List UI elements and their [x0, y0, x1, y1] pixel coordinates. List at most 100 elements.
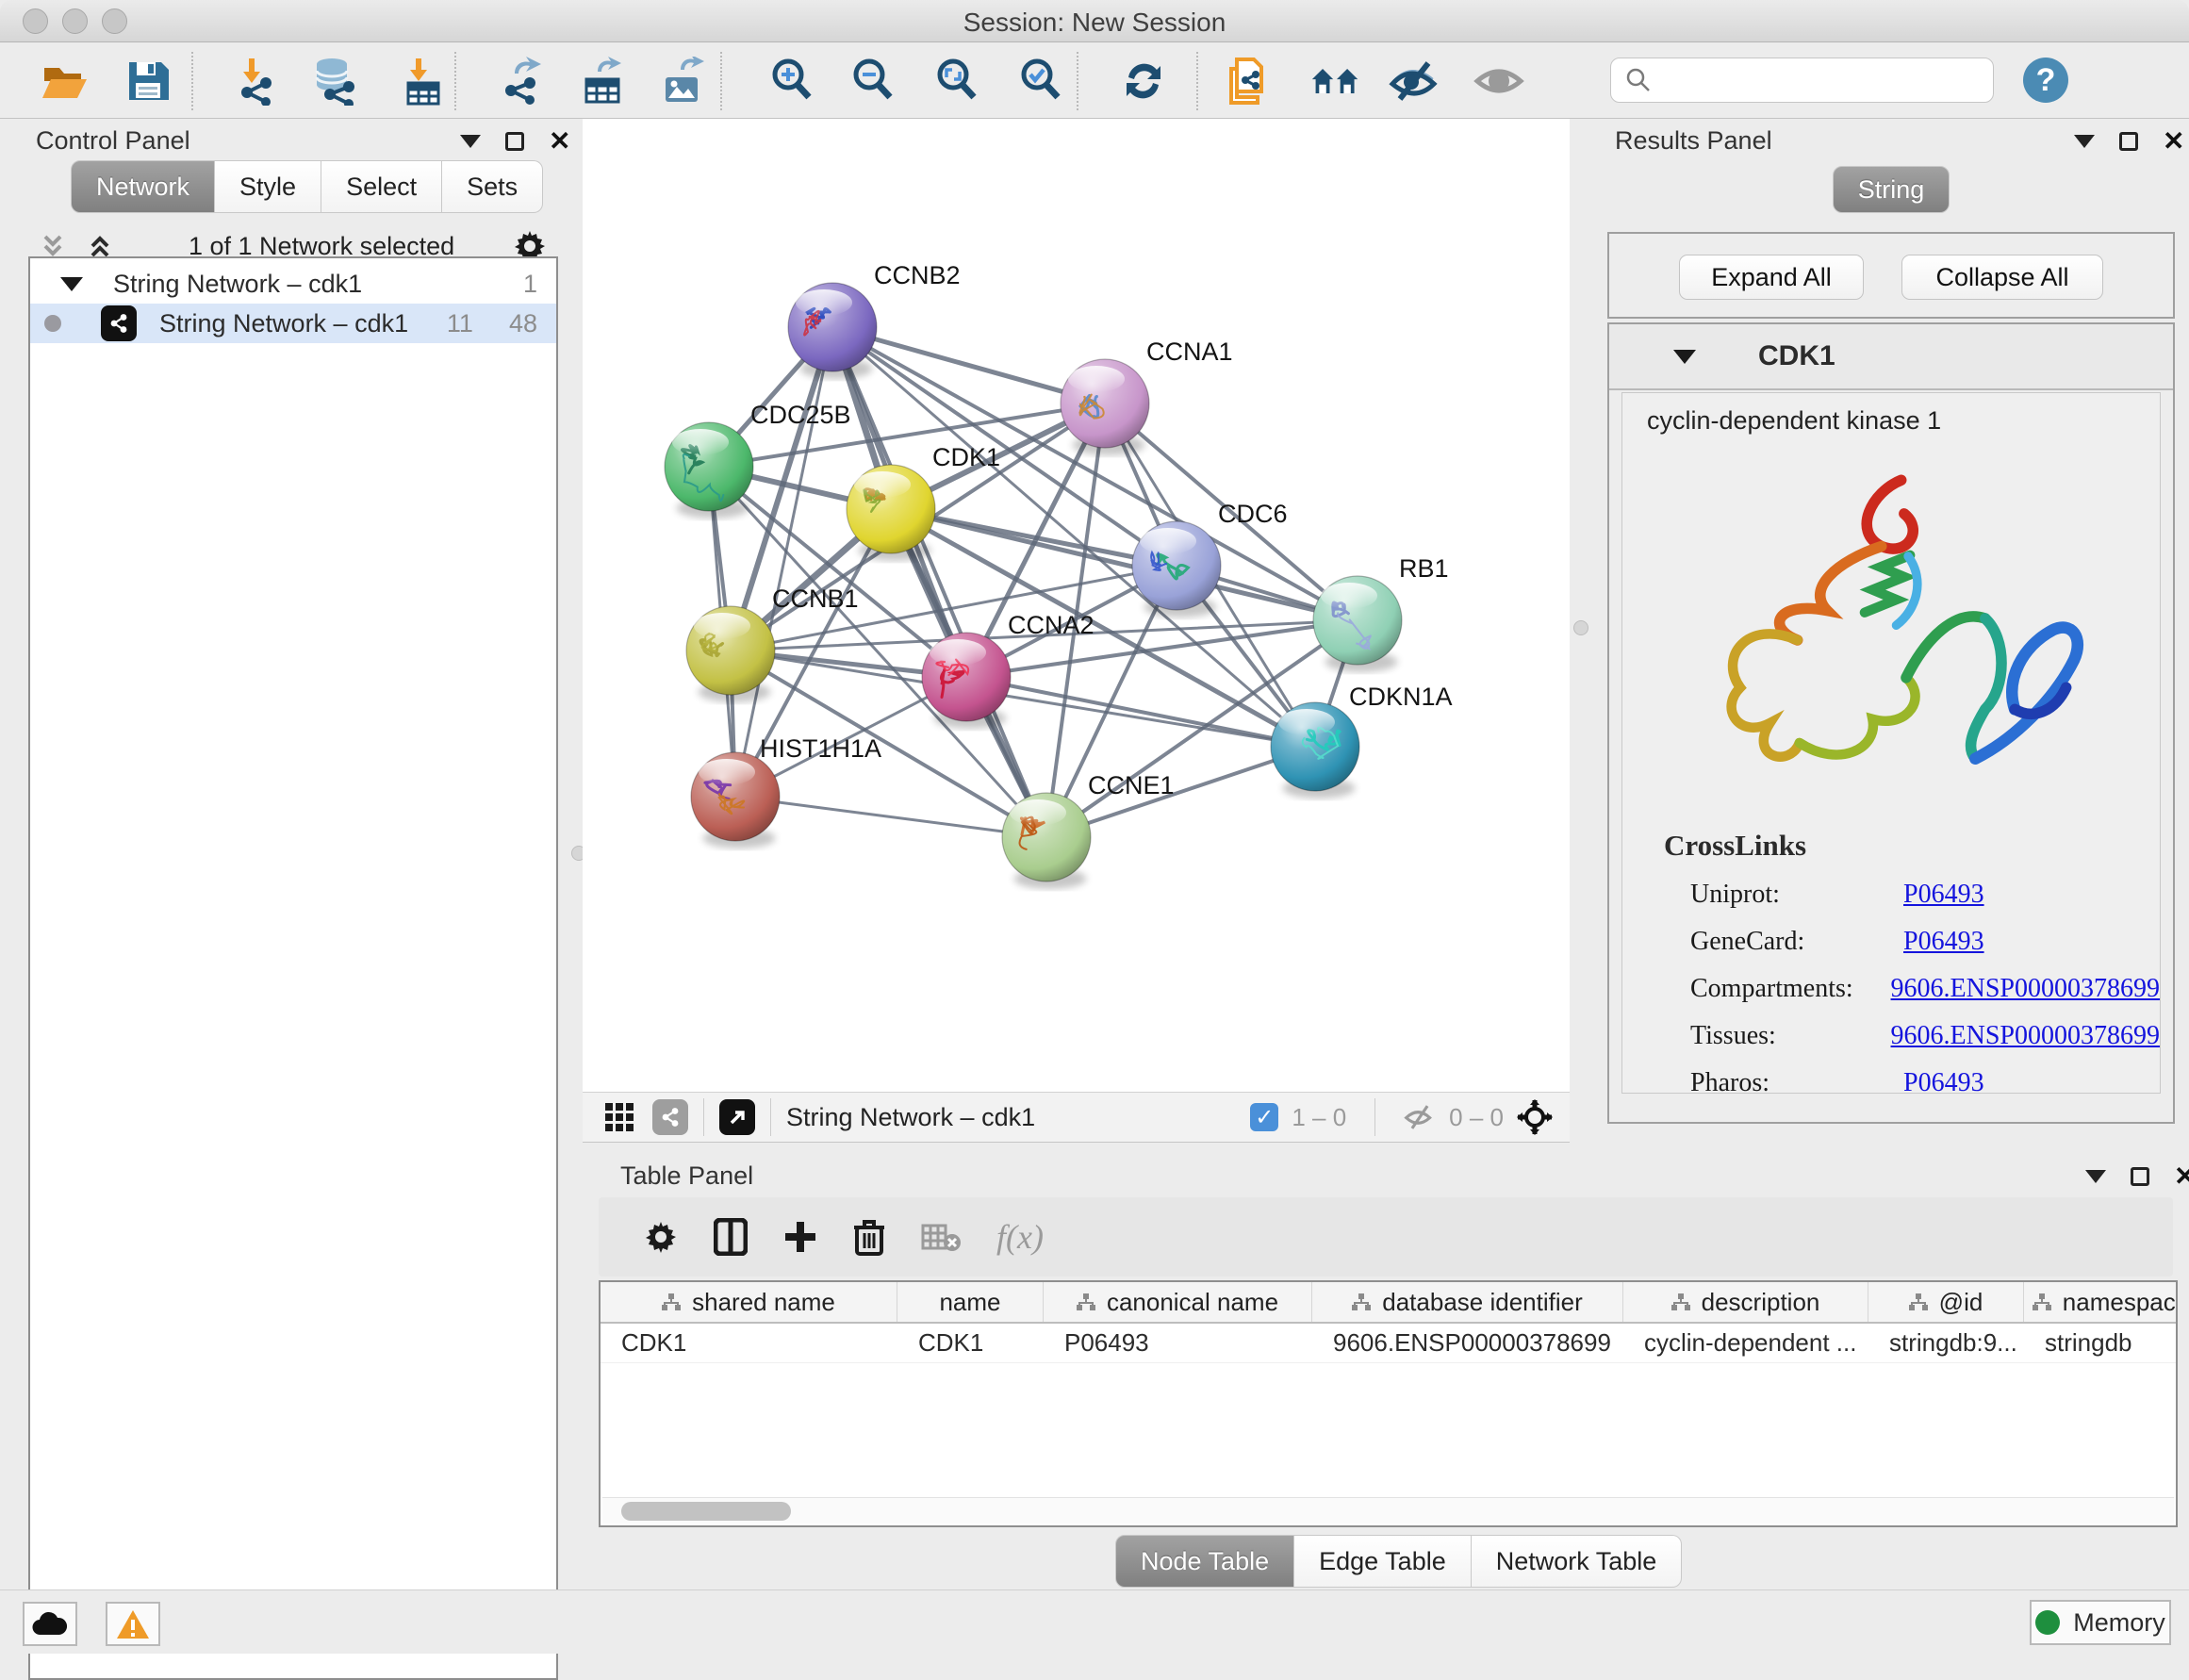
import-network-database-icon[interactable]	[310, 56, 361, 107]
cell-namespace[interactable]: stringdb	[2024, 1324, 2178, 1362]
node-label-CDC6: CDC6	[1218, 500, 1288, 528]
zoom-selected-icon[interactable]	[1016, 56, 1067, 107]
panel-close-icon[interactable]: ✕	[2174, 1167, 2189, 1186]
cell-@id[interactable]: stringdb:9...	[1868, 1324, 2024, 1362]
hierarchy-icon	[1671, 1288, 1690, 1317]
results-panel: Results Panel ✕ String Expand All Collap…	[1593, 119, 2189, 1143]
panel-close-icon[interactable]: ✕	[2163, 132, 2184, 151]
table-tabs: Node TableEdge TableNetwork Table	[1115, 1535, 1682, 1588]
selected-counts: 1 – 0	[1292, 1103, 1346, 1132]
table-row[interactable]: CDK1CDK1P064939606.ENSP00000378699cyclin…	[601, 1324, 2176, 1363]
cell-database-identifier[interactable]: 9606.ENSP00000378699	[1312, 1324, 1623, 1362]
panel-float-icon[interactable]	[2131, 1167, 2149, 1186]
tab-network-table[interactable]: Network Table	[1472, 1535, 1683, 1588]
panel-menu-icon[interactable]	[460, 135, 481, 148]
open-in-browser-icon[interactable]	[719, 1099, 755, 1135]
column-header-description[interactable]: description	[1623, 1282, 1868, 1322]
node-label-CCNB2: CCNB2	[874, 261, 961, 289]
function-builder-icon: f(x)	[996, 1217, 1044, 1257]
crosshair-icon[interactable]	[1517, 1099, 1553, 1135]
home-pair-icon[interactable]	[1310, 56, 1361, 107]
show-all-icon[interactable]	[1473, 56, 1524, 107]
column-header-database-identifier[interactable]: database identifier	[1312, 1282, 1623, 1322]
column-label: description	[1702, 1288, 1820, 1317]
column-header-namespace[interactable]: namespace	[2024, 1282, 2178, 1322]
memory-button[interactable]: Memory	[2030, 1600, 2171, 1645]
zoom-out-icon[interactable]	[848, 56, 899, 107]
tab-node-table[interactable]: Node Table	[1115, 1535, 1294, 1588]
crosslink-link[interactable]: 9606.ENSP00000378699	[1891, 974, 2160, 1004]
crosslink-link[interactable]: P06493	[1903, 880, 1984, 910]
table-toolbar: f(x)	[599, 1197, 2173, 1276]
panel-menu-icon[interactable]	[2074, 135, 2095, 148]
tab-network[interactable]: Network	[71, 160, 215, 213]
edge-CDK1-RB1	[891, 509, 1358, 620]
show-columns-icon[interactable]	[714, 1218, 748, 1256]
zoom-in-icon[interactable]	[767, 56, 818, 107]
cloud-icon[interactable]	[23, 1602, 77, 1646]
column-header-shared-name[interactable]: shared name	[601, 1282, 897, 1322]
node-label-CCNE1: CCNE1	[1088, 771, 1175, 799]
cell-shared-name[interactable]: CDK1	[601, 1324, 897, 1362]
tab-string[interactable]: String	[1833, 166, 1950, 213]
delete-column-trash-icon[interactable]	[853, 1218, 885, 1256]
cell-description[interactable]: cyclin-dependent ...	[1623, 1324, 1868, 1362]
column-label: database identifier	[1382, 1288, 1582, 1317]
tree-expander-icon[interactable]	[60, 277, 83, 291]
tab-sets[interactable]: Sets	[442, 160, 543, 213]
import-table-icon[interactable]	[394, 56, 445, 107]
column-header-name[interactable]: name	[897, 1282, 1044, 1322]
panel-float-icon[interactable]	[2119, 132, 2138, 151]
cell-name[interactable]: CDK1	[897, 1324, 1044, 1362]
import-network-icon[interactable]	[229, 56, 280, 107]
panel-float-icon[interactable]	[505, 132, 524, 151]
right-splitter-handle[interactable]	[1573, 620, 1588, 635]
node-table[interactable]: shared namenamecanonical name database id…	[599, 1280, 2178, 1527]
table-settings-gear-icon[interactable]	[644, 1220, 678, 1254]
gene-card-header[interactable]: CDK1	[1609, 324, 2173, 390]
save-session-icon[interactable]	[123, 56, 173, 107]
cell-canonical-name[interactable]: P06493	[1044, 1324, 1312, 1362]
panel-menu-icon[interactable]	[2085, 1170, 2106, 1183]
export-network-icon[interactable]	[495, 56, 546, 107]
network-share-icon[interactable]	[652, 1099, 688, 1135]
network-row-selected[interactable]: String Network – cdk1 11 48	[30, 304, 556, 343]
hide-selected-icon[interactable]	[1389, 56, 1440, 107]
tab-select[interactable]: Select	[321, 160, 442, 213]
panel-close-icon[interactable]: ✕	[549, 132, 570, 151]
network-collection-row[interactable]: String Network – cdk1 1	[30, 264, 556, 304]
zoom-fit-icon[interactable]	[932, 56, 983, 107]
hidden-eye-icon[interactable]	[1404, 1103, 1436, 1131]
export-image-icon[interactable]	[657, 56, 708, 107]
crosslink-link[interactable]: P06493	[1903, 1068, 1984, 1094]
expand-all-button[interactable]: Expand All	[1679, 255, 1864, 300]
tab-edge-table[interactable]: Edge Table	[1294, 1535, 1472, 1588]
selected-checkbox-icon[interactable]: ✓	[1250, 1103, 1278, 1131]
refresh-icon[interactable]	[1118, 56, 1169, 107]
crosslink-link[interactable]: 9606.ENSP00000378699	[1891, 1021, 2160, 1051]
search-input[interactable]	[1653, 66, 1964, 95]
gene-expander-icon[interactable]	[1673, 350, 1696, 364]
scrollbar-thumb[interactable]	[621, 1502, 791, 1521]
export-table-icon[interactable]	[576, 56, 627, 107]
global-search-field[interactable]	[1610, 58, 1994, 103]
network-status-dot	[44, 315, 61, 332]
column-header-canonical-name[interactable]: canonical name	[1044, 1282, 1312, 1322]
horizontal-scrollbar[interactable]	[602, 1497, 2174, 1524]
grid-view-icon[interactable]	[603, 1101, 635, 1133]
node-gloss	[1068, 366, 1125, 392]
gene-card-body: cyclin-dependent kinase 1 CrossLinks	[1621, 392, 2161, 1094]
tab-style[interactable]: Style	[215, 160, 321, 213]
collapse-all-button[interactable]: Collapse All	[1901, 255, 2103, 300]
copy-network-icon[interactable]	[1224, 56, 1275, 107]
crosslink-link[interactable]: P06493	[1903, 927, 1984, 957]
column-header-@id[interactable]: @id	[1868, 1282, 2024, 1322]
warning-icon[interactable]	[106, 1602, 160, 1646]
help-icon[interactable]: ?	[2023, 58, 2068, 103]
control-panel-title: Control Panel	[36, 126, 190, 156]
nav-separator	[703, 1098, 704, 1136]
node-label-CCNB1: CCNB1	[772, 585, 859, 613]
network-view[interactable]: CCNB2CCNA1CDC25BCDK1CDC6RB1CCNB1CCNA2CDK…	[583, 119, 1570, 1092]
open-session-icon[interactable]	[39, 56, 90, 107]
add-column-icon[interactable]	[783, 1220, 817, 1254]
